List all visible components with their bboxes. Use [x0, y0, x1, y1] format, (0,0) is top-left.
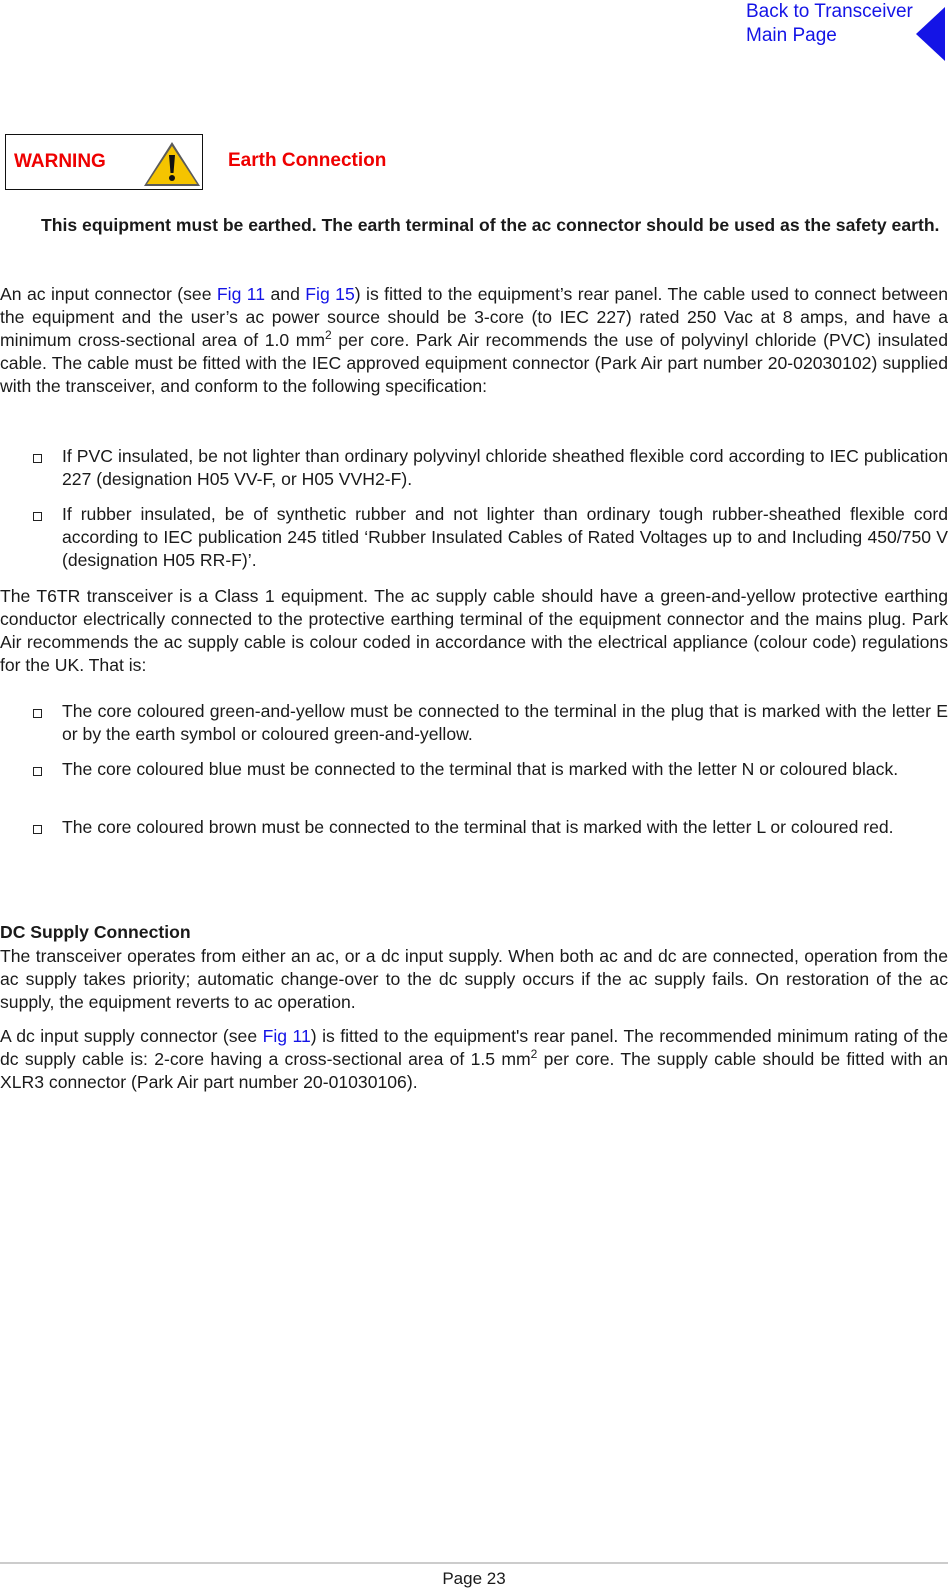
back-arrow-icon[interactable]: [916, 7, 945, 61]
checkbox-bullet-icon: [33, 454, 42, 463]
text: The core coloured green-and-yellow must …: [62, 701, 948, 744]
warning-title: Earth Connection: [228, 150, 387, 171]
ac-paragraph-2: The T6TR transceiver is a Class 1 equipm…: [0, 586, 948, 675]
text: A dc input supply connector (see: [0, 1026, 263, 1046]
back-link-line1: Back to Transceiver: [746, 1, 913, 22]
dc-paragraph-1: The transceiver operates from either an …: [0, 946, 948, 1012]
text: The core coloured blue must be connected…: [62, 759, 899, 779]
ac-paragraph-1: An ac input connector (see Fig 11 and Fi…: [0, 283, 948, 398]
text: An ac input connector (see: [0, 284, 217, 304]
checkbox-bullet-icon: [33, 767, 42, 776]
warning-box: WARNING: [5, 134, 203, 190]
fig-11-link[interactable]: Fig 11: [217, 284, 265, 304]
warning-triangle-icon: [144, 142, 200, 186]
checkbox-bullet-icon: [33, 512, 42, 521]
fig-15-link[interactable]: Fig 15: [305, 284, 354, 304]
page-number: Page 23: [442, 1569, 506, 1588]
fig-11-link[interactable]: Fig 11: [263, 1026, 311, 1046]
list-item: If rubber insulated, be of synthetic rub…: [33, 503, 948, 572]
list-item: The core coloured green-and-yellow must …: [33, 700, 948, 746]
text: The core coloured brown must be connecte…: [62, 817, 894, 837]
warning-text: This equipment must be earthed. The eart…: [41, 215, 940, 235]
list-item: The core coloured blue must be connected…: [33, 758, 948, 781]
text: and: [265, 284, 306, 304]
back-link-line2: Main Page: [746, 25, 837, 46]
checkbox-bullet-icon: [33, 709, 42, 718]
list-item: If PVC insulated, be not lighter than or…: [33, 445, 948, 491]
back-to-main-page-link[interactable]: Back to Transceiver Main Page: [746, 0, 913, 48]
text: If rubber insulated, be of synthetic rub…: [62, 504, 948, 570]
dc-heading: DC Supply Connection: [0, 922, 191, 942]
dc-paragraph-2: A dc input supply connector (see Fig 11)…: [0, 1025, 948, 1094]
warning-label: WARNING: [14, 151, 106, 172]
text: If PVC insulated, be not lighter than or…: [62, 446, 948, 489]
superscript: 2: [325, 328, 332, 343]
list-item: The core coloured brown must be connecte…: [33, 816, 948, 839]
checkbox-bullet-icon: [33, 825, 42, 834]
footer-divider: [0, 1562, 948, 1564]
